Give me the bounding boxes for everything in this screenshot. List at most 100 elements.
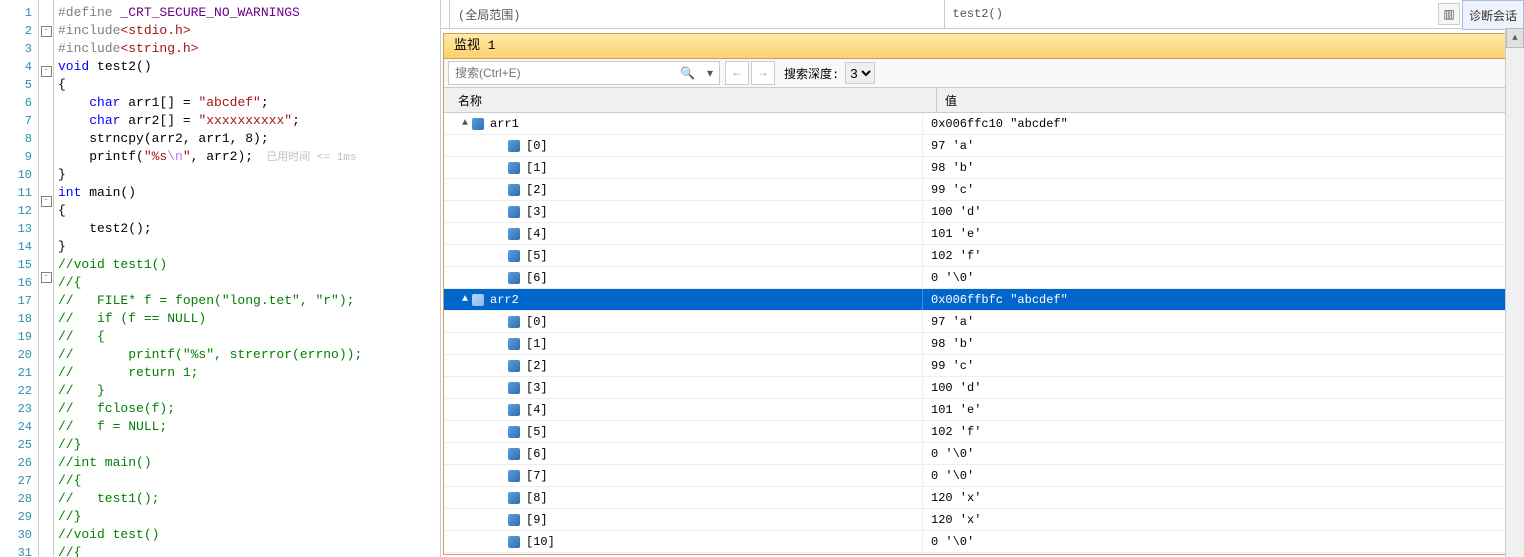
variable-name: [0] bbox=[526, 315, 548, 329]
watch-row[interactable]: [5] 102 'f' bbox=[444, 421, 1521, 443]
variable-name: [0] bbox=[526, 139, 548, 153]
watch-row[interactable]: ▲ arr2 0x006ffbfc "abcdef" bbox=[444, 289, 1521, 311]
variable-value: 99 'c' bbox=[923, 359, 1521, 373]
variable-icon bbox=[472, 294, 484, 306]
watch-row[interactable]: [10]0 '\0' bbox=[444, 531, 1521, 553]
watch-row[interactable]: [9]120 'x' bbox=[444, 509, 1521, 531]
variable-value: 102 'f' bbox=[923, 249, 1521, 263]
variable-icon bbox=[508, 470, 520, 482]
variable-name: [5] bbox=[526, 249, 548, 263]
column-header-name[interactable]: 名称 bbox=[444, 88, 937, 112]
expander-icon[interactable]: ▲ bbox=[458, 294, 472, 305]
variable-icon bbox=[508, 382, 520, 394]
variable-icon bbox=[508, 338, 520, 350]
watch-row[interactable]: [1] 98 'b' bbox=[444, 157, 1521, 179]
variable-icon bbox=[508, 228, 520, 240]
variable-value: 97 'a' bbox=[923, 139, 1521, 153]
watch-panel: 监视 1 🔍 ▾ ← → 搜索深度: 3 名称 值 ▲ arr1 0x006ffc1… bbox=[443, 33, 1522, 555]
variable-name: [1] bbox=[526, 337, 548, 351]
watch-row[interactable]: [1] 98 'b' bbox=[444, 333, 1521, 355]
function-dropdown[interactable]: test2() bbox=[944, 0, 1419, 28]
variable-value: 0 '\0' bbox=[923, 271, 1521, 285]
watch-row[interactable]: [7] 0 '\0' bbox=[444, 465, 1521, 487]
variable-value: 100 'd' bbox=[923, 205, 1521, 219]
vertical-scrollbar[interactable]: ▲ bbox=[1505, 28, 1524, 557]
search-icon[interactable]: 🔍 bbox=[674, 66, 701, 81]
variable-name: [6] bbox=[526, 271, 548, 285]
variable-icon bbox=[508, 184, 520, 196]
variable-name: arr2 bbox=[490, 293, 519, 307]
watch-grid-header: 名称 值 bbox=[444, 88, 1521, 113]
nav-back-button[interactable]: ← bbox=[725, 61, 749, 85]
watch-row[interactable]: [3]100 'd' bbox=[444, 377, 1521, 399]
diagnostic-session-label: 诊断会话 bbox=[1462, 0, 1524, 30]
watch-row[interactable]: [8] 120 'x' bbox=[444, 487, 1521, 509]
variable-value: 0 '\0' bbox=[923, 469, 1521, 483]
fold-gutter[interactable]: - - - - bbox=[38, 0, 54, 557]
variable-value: 98 'b' bbox=[923, 337, 1521, 351]
variable-name: [8] bbox=[526, 491, 548, 505]
watch-row[interactable]: [0] 97 'a' bbox=[444, 135, 1521, 157]
variable-name: [9] bbox=[526, 513, 548, 527]
expander-icon[interactable]: ▲ bbox=[458, 118, 472, 129]
variable-value: 101 'e' bbox=[923, 227, 1521, 241]
watch-grid-body[interactable]: ▲ arr1 0x006ffc10 "abcdef" [0] 97 'a' [1] 98… bbox=[444, 113, 1521, 554]
variable-icon bbox=[508, 162, 520, 174]
variable-value: 102 'f' bbox=[923, 425, 1521, 439]
variable-value: 120 'x' bbox=[923, 491, 1521, 505]
variable-name: [1] bbox=[526, 161, 548, 175]
variable-name: arr1 bbox=[490, 117, 519, 131]
variable-icon bbox=[508, 492, 520, 504]
variable-name: [7] bbox=[526, 469, 548, 483]
watch-row[interactable]: [3] 100 'd' bbox=[444, 201, 1521, 223]
watch-row[interactable]: [2] 99 'c' bbox=[444, 179, 1521, 201]
search-depth-label: 搜索深度: bbox=[784, 65, 839, 82]
variable-name: [6] bbox=[526, 447, 548, 461]
variable-value: 97 'a' bbox=[923, 315, 1521, 329]
watch-row[interactable]: [2] 99 'c' bbox=[444, 355, 1521, 377]
search-box[interactable]: 🔍 ▾ bbox=[448, 61, 720, 85]
variable-name: [5] bbox=[526, 425, 548, 439]
watch-row[interactable]: [4]101 'e' bbox=[444, 223, 1521, 245]
variable-value: 0x006ffc10 "abcdef" bbox=[923, 117, 1521, 131]
scope-dropdown[interactable]: (全局范围) bbox=[449, 0, 924, 28]
variable-value: 100 'd' bbox=[923, 381, 1521, 395]
variable-icon bbox=[508, 360, 520, 372]
watch-row[interactable]: [5] 102 'f' bbox=[444, 245, 1521, 267]
variable-value: 98 'b' bbox=[923, 161, 1521, 175]
watch-row[interactable]: [0] 97 'a' bbox=[444, 311, 1521, 333]
search-depth-select[interactable]: 3 bbox=[845, 62, 875, 84]
watch-row[interactable]: [6] 0 '\0' bbox=[444, 267, 1521, 289]
variable-name: [4] bbox=[526, 403, 548, 417]
column-header-value[interactable]: 值 bbox=[937, 88, 1521, 112]
search-dropdown-icon[interactable]: ▾ bbox=[701, 66, 719, 81]
variable-icon bbox=[508, 426, 520, 438]
variable-icon bbox=[508, 514, 520, 526]
code-editor[interactable]: 1234567891011121314151617181920212223242… bbox=[0, 0, 441, 557]
variable-icon bbox=[508, 250, 520, 262]
line-number-gutter: 1234567891011121314151617181920212223242… bbox=[0, 0, 38, 557]
nav-forward-button[interactable]: → bbox=[751, 61, 775, 85]
variable-name: [2] bbox=[526, 359, 548, 373]
variable-icon bbox=[508, 404, 520, 416]
variable-name: [3] bbox=[526, 205, 548, 219]
variable-icon bbox=[508, 448, 520, 460]
variable-icon bbox=[508, 140, 520, 152]
watch-panel-title[interactable]: 监视 1 bbox=[444, 34, 1521, 59]
variable-value: 0x006ffbfc "abcdef" bbox=[923, 293, 1521, 307]
watch-row[interactable]: ▲ arr1 0x006ffc10 "abcdef" bbox=[444, 113, 1521, 135]
variable-value: 101 'e' bbox=[923, 403, 1521, 417]
variable-name: [2] bbox=[526, 183, 548, 197]
variable-value: 99 'c' bbox=[923, 183, 1521, 197]
watch-row[interactable]: [6] 0 '\0' bbox=[444, 443, 1521, 465]
search-input[interactable] bbox=[449, 66, 674, 80]
code-area[interactable]: #define _CRT_SECURE_NO_WARNINGS#include<… bbox=[54, 0, 440, 557]
variable-value: 0 '\0' bbox=[923, 447, 1521, 461]
context-bar: (全局范围) test2() ▥ ⚙ ▣ bbox=[441, 0, 1524, 29]
variable-icon bbox=[508, 536, 520, 548]
watch-toolbar: 🔍 ▾ ← → 搜索深度: 3 bbox=[444, 59, 1521, 88]
split-icon[interactable]: ▥ bbox=[1438, 3, 1460, 25]
watch-row[interactable]: [4] 101 'e' bbox=[444, 399, 1521, 421]
scroll-up-button[interactable]: ▲ bbox=[1506, 28, 1524, 48]
variable-name: [10] bbox=[526, 535, 555, 549]
